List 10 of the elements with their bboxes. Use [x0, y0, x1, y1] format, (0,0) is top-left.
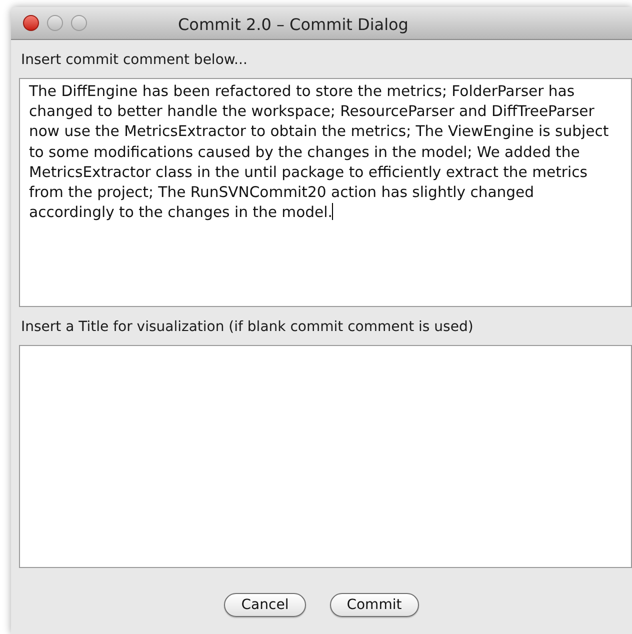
title-label: Insert a Title for visualization (if blank commit comment is used)	[20, 318, 474, 337]
comment-field[interactable]: The DiffEngine has been refactored to store the metrics; FolderParser has changed to better handle the workspace; ResourceParser and DiffTreeParser now use the MetricsExtractor to obtain the metrics; The ViewEngine is subject to some modifications caused by the changes in the model; We added the MetricsExtractor class in the until package to efficiently extract the metrics from the project; The RunSVNCommit20 action has slightly changed accordingly to the changes in the model.	[19, 78, 632, 307]
window-title: Commit 2.0 – Commit Dialog	[178, 14, 408, 36]
close-button[interactable]	[23, 15, 39, 31]
dialog-button[interactable]: Cancel	[224, 593, 306, 617]
dialog-button[interactable]: Commit	[330, 593, 419, 617]
comment-label: Insert commit comment below...	[20, 51, 248, 70]
zoom-button[interactable]	[71, 15, 87, 31]
title-input-field[interactable]	[19, 345, 632, 568]
minimize-button[interactable]	[47, 15, 63, 31]
